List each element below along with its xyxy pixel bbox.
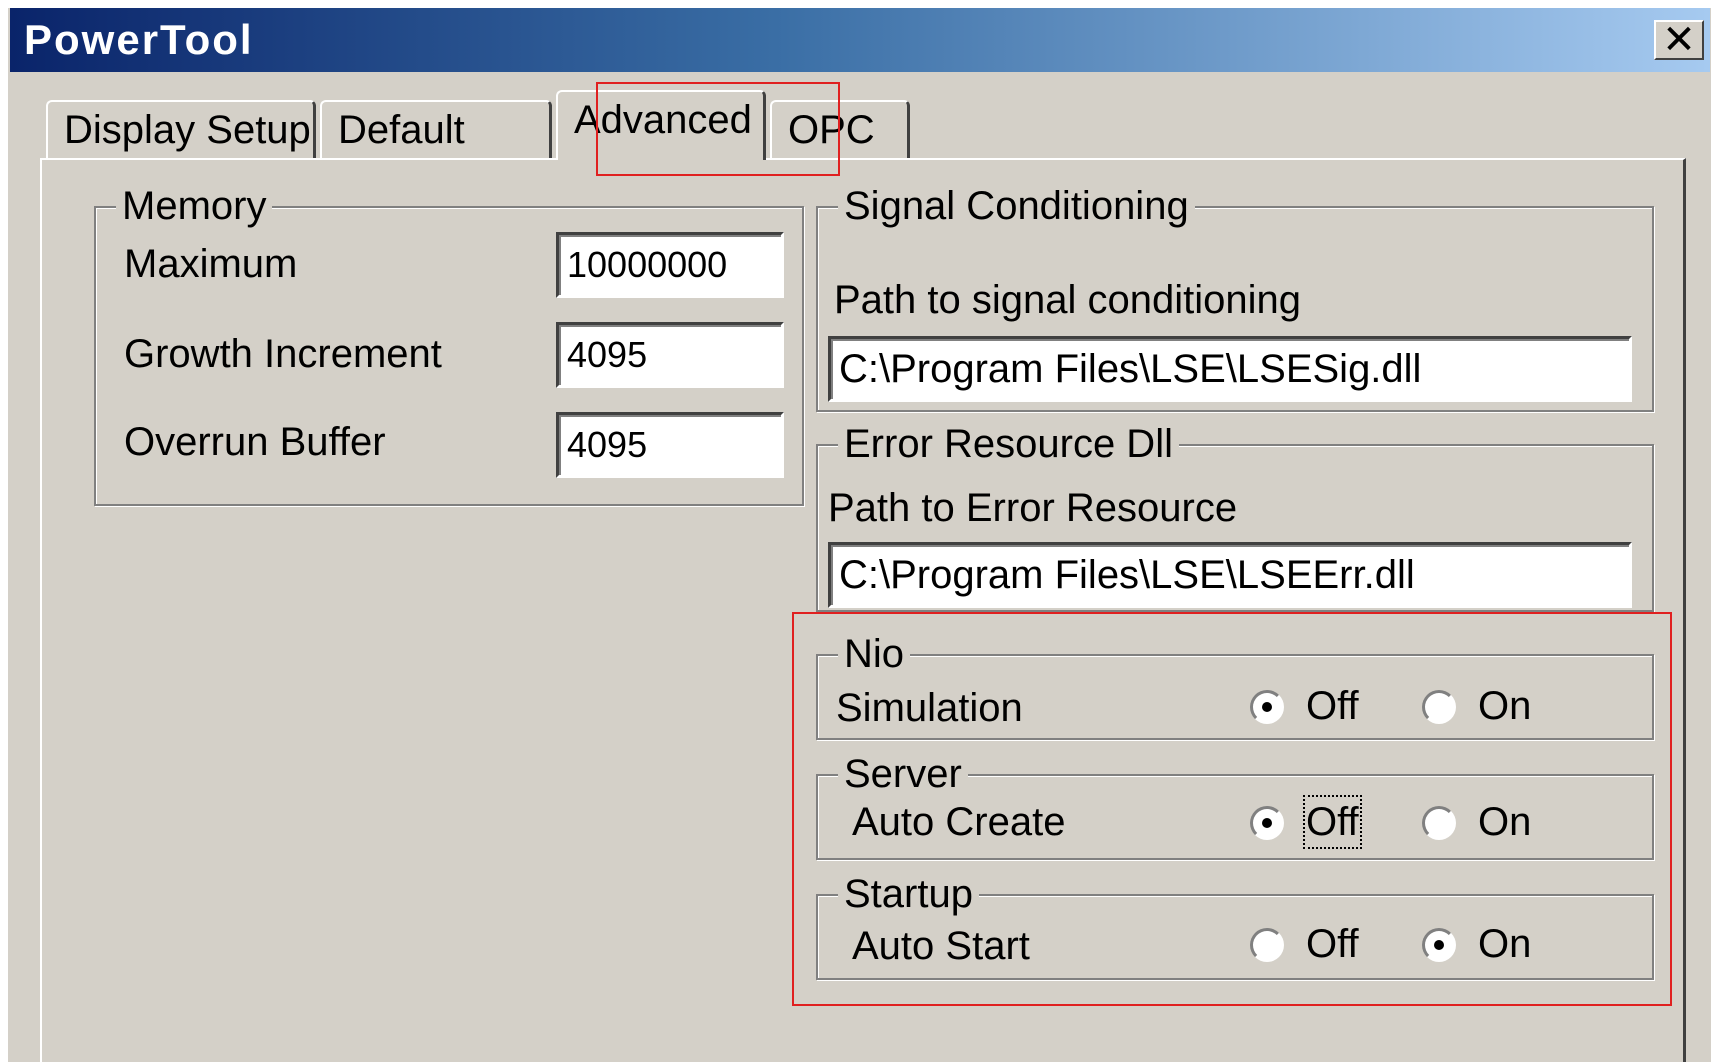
- close-icon: ✕: [1662, 18, 1696, 62]
- signal-path-field[interactable]: [828, 336, 1632, 402]
- maximum-label: Maximum: [124, 242, 298, 286]
- growth-increment-field[interactable]: [556, 322, 784, 388]
- tab-display-setup[interactable]: Display Setup: [46, 100, 316, 158]
- memory-legend: Memory: [116, 182, 273, 230]
- options-highlight-box: [792, 612, 1672, 1006]
- tab-label: Display Setup: [64, 108, 311, 152]
- tab-highlight-box: [596, 82, 840, 176]
- overrun-buffer-label: Overrun Buffer: [124, 420, 386, 464]
- close-button[interactable]: ✕: [1654, 20, 1704, 60]
- error-path-label: Path to Error Resource: [828, 486, 1238, 530]
- growth-increment-label: Growth Increment: [124, 332, 442, 376]
- signal-path-label: Path to signal conditioning: [834, 278, 1301, 322]
- window-title: PowerTool: [24, 16, 254, 63]
- title-bar[interactable]: PowerTool ✕: [10, 8, 1710, 72]
- tab-default-path[interactable]: Default Path: [320, 100, 552, 208]
- error-resource-legend: Error Resource Dll: [838, 420, 1179, 468]
- signal-conditioning-legend: Signal Conditioning: [838, 182, 1195, 230]
- overrun-buffer-field[interactable]: [556, 412, 784, 478]
- maximum-field[interactable]: [556, 232, 784, 298]
- error-path-field[interactable]: [828, 542, 1632, 608]
